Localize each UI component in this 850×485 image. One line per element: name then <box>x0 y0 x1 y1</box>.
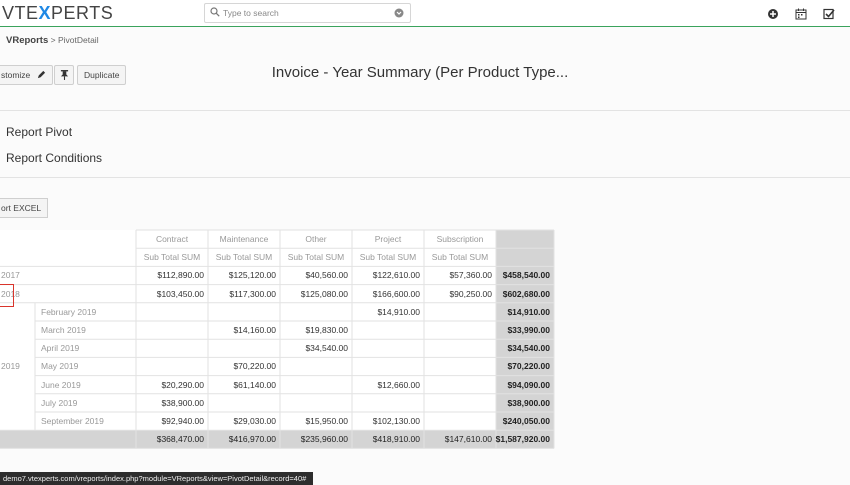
pivot-value-cell: $34,540.00 <box>305 343 348 354</box>
column-subheader: Sub Total SUM <box>215 252 273 263</box>
row-total-cell: $34,540.00 <box>507 343 550 354</box>
row-total-cell: $240,050.00 <box>502 416 550 426</box>
pivot-value-cell: $29,030.00 <box>233 416 276 426</box>
pivot-value-cell: $57,360.00 <box>449 270 492 281</box>
column-header: Maintenance <box>219 234 269 244</box>
pivot-value-cell: $92,940.00 <box>161 416 204 426</box>
row-month-label: September 2019 <box>41 416 104 426</box>
selection-highlight <box>0 283 14 308</box>
row-month-label: May 2019 <box>41 361 79 372</box>
grand-total-cell: $368,470.00 <box>156 434 204 445</box>
row-month-label: April 2019 <box>41 343 80 354</box>
row-month-label: June 2019 <box>41 379 81 390</box>
grand-total-sum: $1,587,920.00 <box>495 434 550 445</box>
pivot-value-cell: $61,140.00 <box>233 379 276 390</box>
pivot-value-cell: $125,080.00 <box>300 288 348 299</box>
column-header: Other <box>305 234 327 244</box>
pivot-value-cell: $112,890.00 <box>157 270 204 281</box>
grand-total-cell: $416,970.00 <box>228 434 276 445</box>
column-header: Subscription <box>436 234 484 244</box>
row-year-label: 2017 <box>1 270 20 281</box>
pivot-value-cell: $20,290.00 <box>161 379 204 390</box>
pivot-value-cell: $15,950.00 <box>305 416 348 426</box>
row-total-cell: $602,680.00 <box>502 288 550 299</box>
row-total-cell: $94,090.00 <box>507 379 550 390</box>
row-month-label: March 2019 <box>41 325 86 335</box>
column-subheader: Sub Total SUM <box>431 252 489 263</box>
column-subheader: Sub Total SUM <box>287 252 345 263</box>
pivot-value-cell: $103,450.00 <box>156 288 204 299</box>
row-total-cell: $70,220.00 <box>507 361 550 372</box>
row-total-cell: $38,900.00 <box>507 397 550 408</box>
pivot-value-cell: $70,220.00 <box>233 361 276 372</box>
row-total-cell: $458,540.00 <box>502 270 550 281</box>
pivot-value-cell: $38,900.00 <box>161 397 204 408</box>
grand-total-cell: $147,610.00 <box>444 434 492 445</box>
column-header: Project <box>374 234 402 244</box>
column-subheader: Sub Total SUM <box>359 252 417 263</box>
grand-total-cell: $418,910.00 <box>372 434 420 445</box>
pivot-value-cell: $122,610.00 <box>372 270 420 281</box>
row-month-label: July 2019 <box>41 397 78 408</box>
pivot-value-cell: $12,660.00 <box>377 379 420 390</box>
pivot-value-cell: $19,830.00 <box>305 325 348 335</box>
pivot-value-cell: $102,130.00 <box>372 416 420 426</box>
pivot-value-cell: $90,250.00 <box>449 288 492 299</box>
pivot-value-cell: $117,300.00 <box>229 288 276 299</box>
row-total-cell: $33,990.00 <box>507 325 550 335</box>
pivot-value-cell: $40,560.00 <box>305 270 348 281</box>
pivot-value-cell: $14,910.00 <box>377 306 420 317</box>
grand-total-cell: $235,960.00 <box>300 434 348 445</box>
column-subheader: Sub Total SUM <box>143 252 201 263</box>
row-month-label: February 2019 <box>41 306 97 317</box>
pivot-value-cell: $166,600.00 <box>372 288 420 299</box>
pivot-value-cell: $125,120.00 <box>228 270 276 281</box>
status-bar-url: demo7.vtexperts.com/vreports/index.php?m… <box>0 472 313 485</box>
row-total-cell: $14,910.00 <box>507 306 550 317</box>
column-header: Contract <box>155 234 189 244</box>
pivot-value-cell: $14,160.00 <box>233 325 276 335</box>
